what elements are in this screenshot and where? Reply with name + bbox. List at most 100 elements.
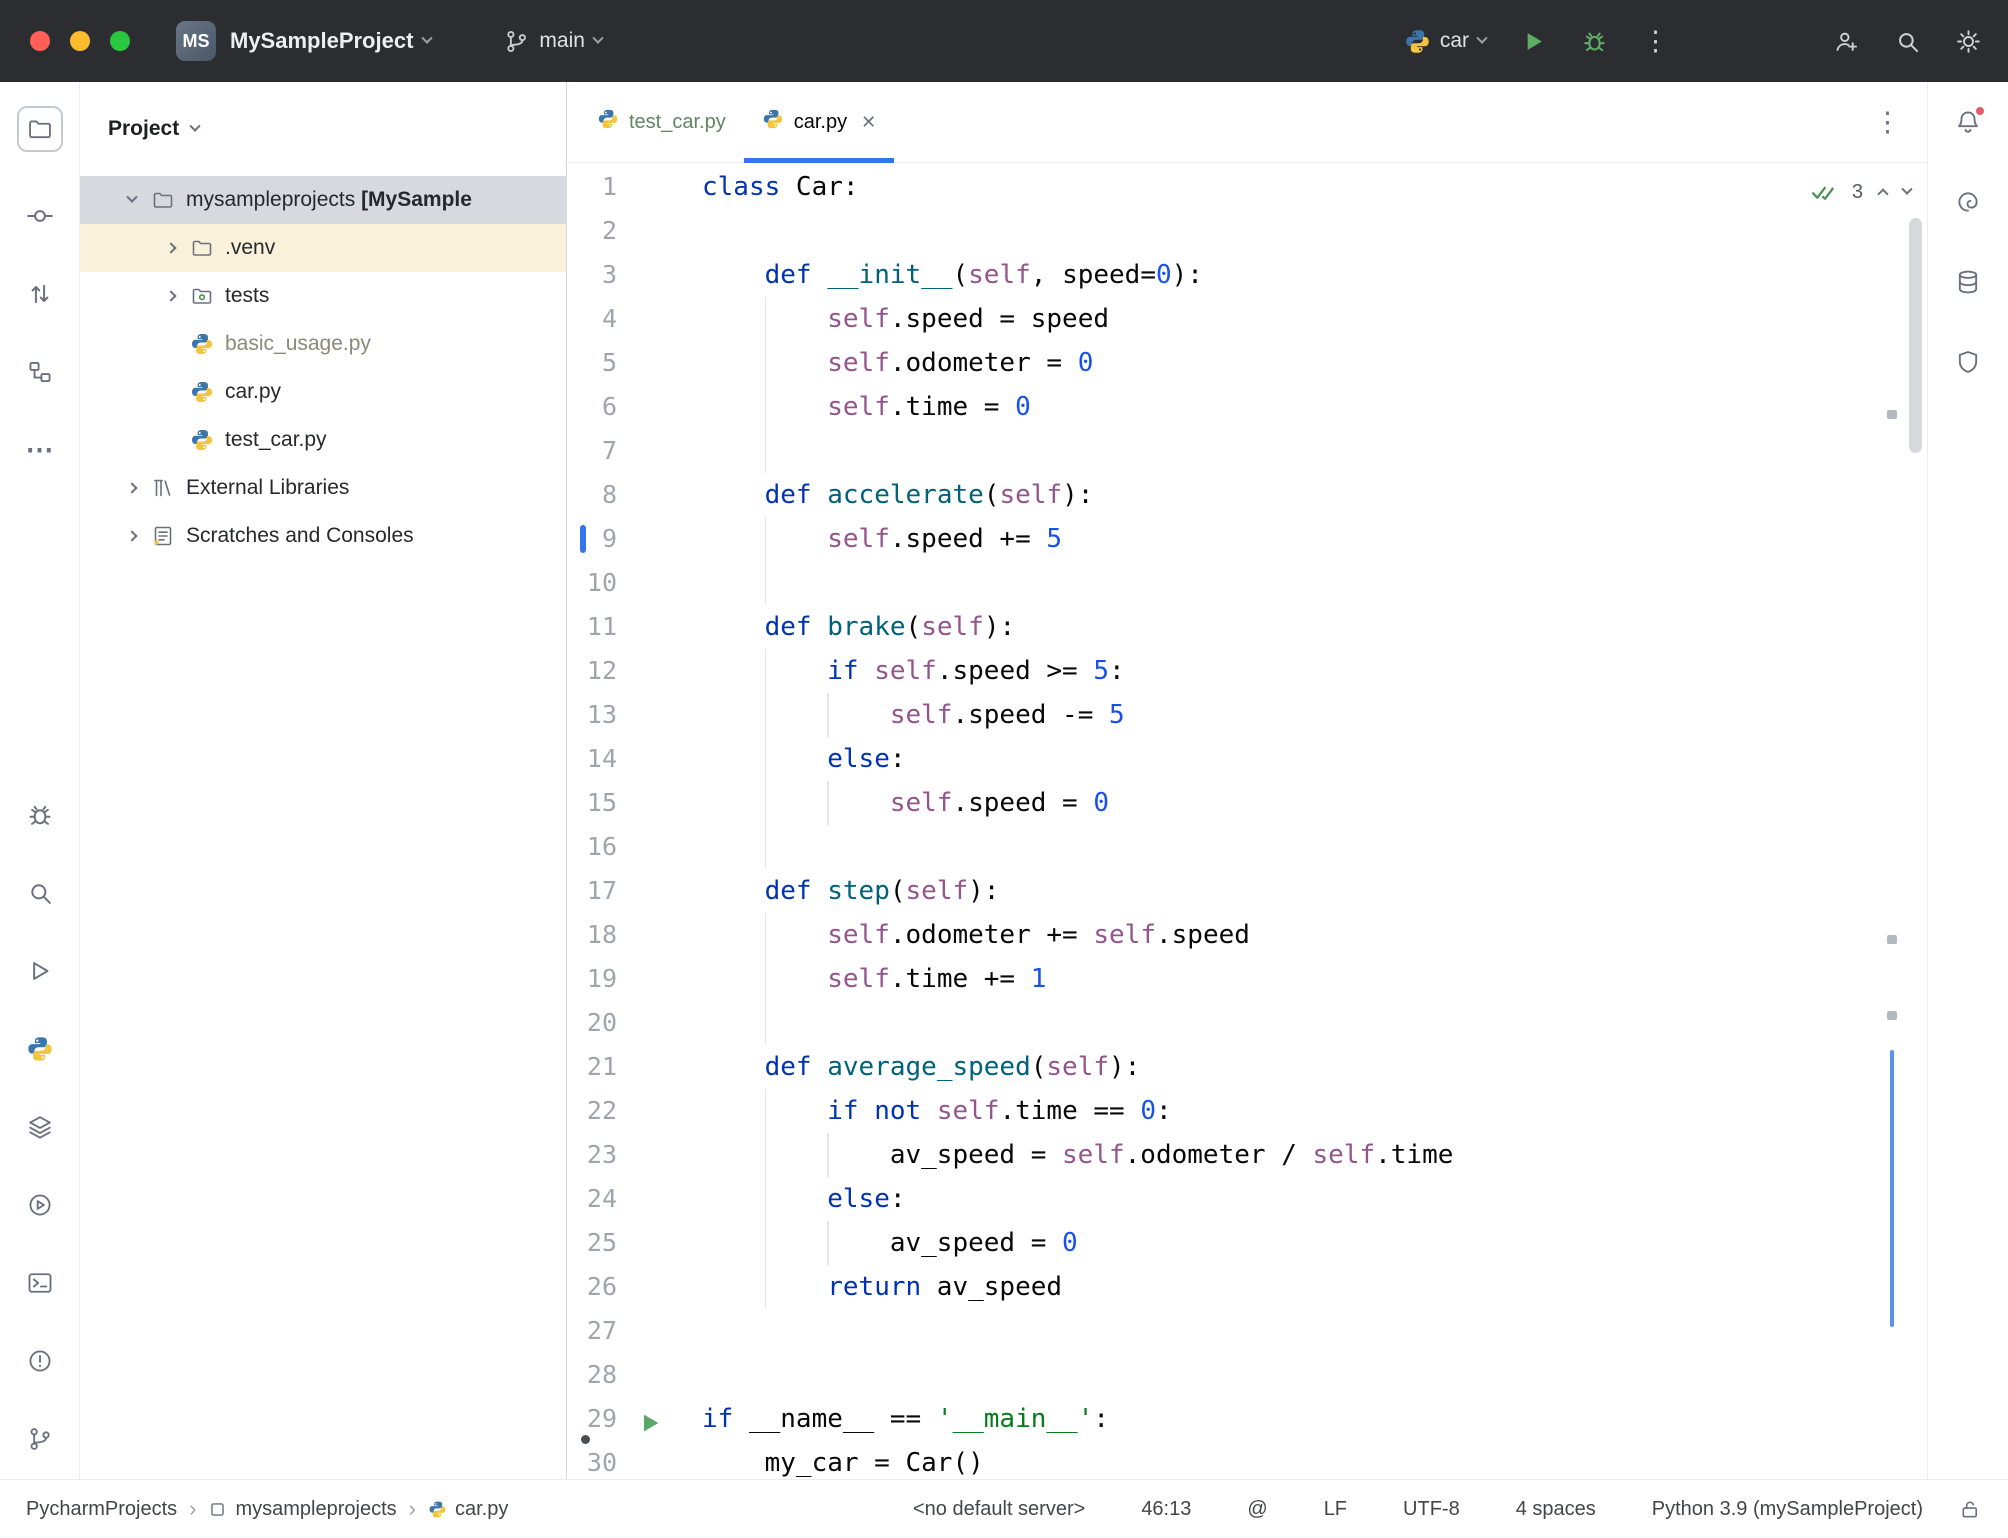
project-avatar[interactable]: MS xyxy=(176,21,216,61)
notifications-bell-icon[interactable] xyxy=(1954,105,1986,136)
minimize-window-button[interactable] xyxy=(70,31,90,51)
chevron-down-icon[interactable] xyxy=(1901,183,1913,195)
code-line-25[interactable]: 25 av_speed = 0 xyxy=(567,1221,1927,1265)
zoom-window-button[interactable] xyxy=(110,31,130,51)
gutter-line-number[interactable]: 5 xyxy=(567,341,702,385)
tree-item-tests[interactable]: tests xyxy=(80,272,566,320)
stripe-mark[interactable] xyxy=(1887,410,1897,419)
code-line-5[interactable]: 5 self.odometer = 0 xyxy=(567,341,1927,385)
add-user-button[interactable] xyxy=(1833,28,1860,55)
close-window-button[interactable] xyxy=(30,31,50,51)
settings-gear-icon[interactable] xyxy=(1955,28,1982,55)
code-line-11[interactable]: 11 def brake(self): xyxy=(567,605,1927,649)
tree-item-car-py[interactable]: car.py xyxy=(80,368,566,416)
ai-assistant-icon[interactable] xyxy=(1954,188,1982,216)
run-configuration-selector[interactable]: car xyxy=(1404,28,1488,55)
gutter-line-number[interactable]: 21 xyxy=(567,1045,702,1089)
run-icon[interactable] xyxy=(26,957,54,985)
gutter-line-number[interactable]: 24 xyxy=(567,1177,702,1221)
tab-options-button[interactable]: ⋮ xyxy=(1874,108,1901,136)
breadcrumb-car-py[interactable]: car.py xyxy=(428,1498,508,1521)
chevron-right-icon[interactable] xyxy=(165,290,177,302)
code-line-1[interactable]: 1 class Car: xyxy=(567,165,1927,209)
gutter-line-number[interactable]: 18 xyxy=(567,913,702,957)
chevron-up-icon[interactable] xyxy=(1877,188,1889,200)
code-line-7[interactable]: 7 xyxy=(567,429,1927,473)
tree-item-external-libraries[interactable]: External Libraries xyxy=(80,464,566,512)
database-icon[interactable] xyxy=(1954,268,1982,296)
gutter-line-number[interactable]: 28 xyxy=(567,1353,702,1397)
gutter-line-number[interactable]: 23 xyxy=(567,1133,702,1177)
gutter-line-number[interactable]: 15 xyxy=(567,781,702,825)
code-line-27[interactable]: 27 xyxy=(567,1309,1927,1353)
python-packages-icon[interactable] xyxy=(26,1035,54,1063)
project-widget[interactable]: MySampleProject xyxy=(230,28,434,54)
tree-item-basic-usage-py[interactable]: basic_usage.py xyxy=(80,320,566,368)
editor-scrollbar[interactable] xyxy=(1909,218,1922,453)
gutter-line-number[interactable]: 7 xyxy=(567,429,702,473)
tab-test-car-py[interactable]: test_car.py xyxy=(579,82,744,162)
tree-item-scratches-and-consoles[interactable]: Scratches and Consoles xyxy=(80,512,566,560)
gutter-line-number[interactable]: 13 xyxy=(567,693,702,737)
code-line-8[interactable]: 8 def accelerate(self): xyxy=(567,473,1927,517)
gutter-line-number[interactable]: 22 xyxy=(567,1089,702,1133)
more-icon[interactable]: ⋯ xyxy=(26,436,54,464)
code-line-16[interactable]: 16 xyxy=(567,825,1927,869)
debug-button[interactable] xyxy=(1581,28,1608,55)
project-panel-header[interactable]: Project xyxy=(80,82,566,176)
status-item-[interactable]: @ xyxy=(1247,1498,1267,1521)
code-editor[interactable]: 1 class Car: 2 3 def __init__(self, speed=0… xyxy=(567,163,1927,1479)
stripe-mark[interactable] xyxy=(1887,935,1897,944)
tree-item-mysampleprojects[interactable]: mysampleprojects [MySample xyxy=(80,176,566,224)
code-line-21[interactable]: 21 def average_speed(self): xyxy=(567,1045,1927,1089)
structure-icon[interactable] xyxy=(26,358,54,386)
code-line-10[interactable]: 10 xyxy=(567,561,1927,605)
gutter-line-number[interactable]: 17 xyxy=(567,869,702,913)
code-line-4[interactable]: 4 self.speed = speed xyxy=(567,297,1927,341)
breadcrumb-mysampleprojects[interactable]: mysampleprojects xyxy=(208,1498,397,1521)
gutter-line-number[interactable]: 4 xyxy=(567,297,702,341)
search-icon[interactable] xyxy=(1894,28,1921,55)
gutter-line-number[interactable]: 3 xyxy=(567,253,702,297)
stripe-mark[interactable] xyxy=(1887,1011,1897,1020)
commit-icon[interactable] xyxy=(26,202,54,230)
vcs-branch-widget[interactable]: main xyxy=(503,28,604,55)
gutter-line-number[interactable]: 26 xyxy=(567,1265,702,1309)
project-folder-icon[interactable] xyxy=(16,106,63,152)
status-item-46-13[interactable]: 46:13 xyxy=(1141,1498,1191,1521)
shield-icon[interactable] xyxy=(1954,348,1982,376)
gutter-line-number[interactable]: 9 xyxy=(567,517,702,561)
code-line-23[interactable]: 23 av_speed = self.odometer / self.time xyxy=(567,1133,1927,1177)
chevron-down-icon[interactable] xyxy=(126,191,138,203)
code-line-14[interactable]: 14 else: xyxy=(567,737,1927,781)
gutter-line-number[interactable]: 1 xyxy=(567,165,702,209)
lock-icon[interactable] xyxy=(1959,1498,1982,1521)
gutter-line-number[interactable]: 14 xyxy=(567,737,702,781)
code-line-26[interactable]: 26 return av_speed xyxy=(567,1265,1927,1309)
tree-item-test-car-py[interactable]: test_car.py xyxy=(80,416,566,464)
gutter-line-number[interactable]: 25 xyxy=(567,1221,702,1265)
version-control-icon[interactable] xyxy=(26,1425,54,1453)
status-item-4-spaces[interactable]: 4 spaces xyxy=(1516,1498,1596,1521)
run-anything-icon[interactable] xyxy=(26,1191,54,1219)
chevron-right-icon[interactable] xyxy=(126,482,138,494)
gutter-line-number[interactable]: 12 xyxy=(567,649,702,693)
code-line-22[interactable]: 22 if not self.time == 0: xyxy=(567,1089,1927,1133)
stripe-change-mark[interactable] xyxy=(1890,1050,1894,1327)
code-line-28[interactable]: 28 xyxy=(567,1353,1927,1397)
gutter-line-number[interactable]: 16 xyxy=(567,825,702,869)
code-line-12[interactable]: 12 if self.speed >= 5: xyxy=(567,649,1927,693)
code-line-2[interactable]: 2 xyxy=(567,209,1927,253)
code-line-15[interactable]: 15 self.speed = 0 xyxy=(567,781,1927,825)
code-line-13[interactable]: 13 self.speed -= 5 xyxy=(567,693,1927,737)
breadcrumb-pycharmprojects[interactable]: PycharmProjects xyxy=(26,1498,177,1521)
status-item-utf-8[interactable]: UTF-8 xyxy=(1403,1498,1460,1521)
tab-car-py[interactable]: car.py ✕ xyxy=(743,82,895,163)
code-line-29[interactable]: 29 if __name__ == '__main__': xyxy=(567,1397,1927,1441)
services-icon[interactable] xyxy=(26,1113,54,1141)
terminal-icon[interactable] xyxy=(26,1269,54,1297)
pull-requests-icon[interactable] xyxy=(26,280,54,308)
run-button[interactable] xyxy=(1520,28,1547,55)
close-tab-icon[interactable]: ✕ xyxy=(861,112,876,133)
chevron-right-icon[interactable] xyxy=(126,530,138,542)
